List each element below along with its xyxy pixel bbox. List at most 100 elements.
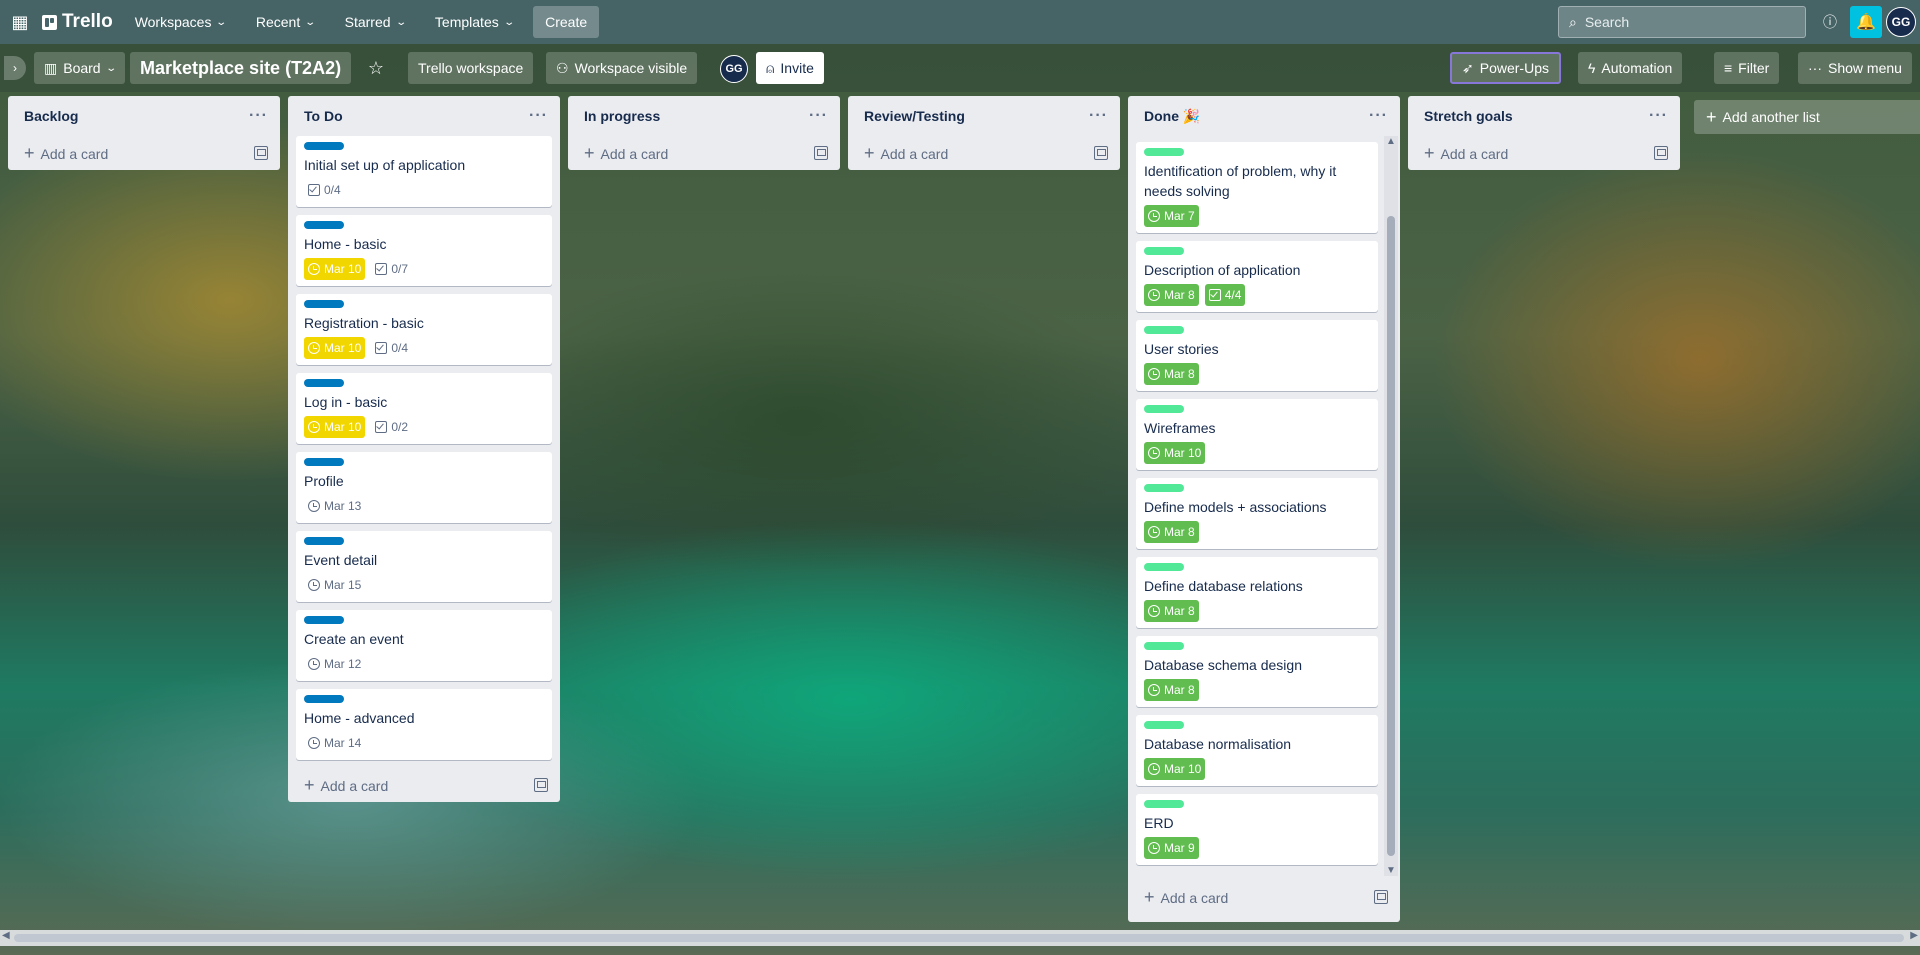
card-template-icon[interactable] [1654, 146, 1668, 160]
due-date-badge[interactable]: Mar 14 [304, 732, 365, 754]
due-date-badge[interactable]: Mar 12 [304, 653, 365, 675]
search-box[interactable]: ⌕ [1558, 6, 1806, 38]
info-icon[interactable]: ⓘ [1818, 10, 1842, 34]
card-label[interactable] [1144, 247, 1184, 255]
due-date-badge[interactable]: Mar 8 [1144, 600, 1199, 622]
list-title[interactable]: Done 🎉 [1144, 108, 1200, 125]
card-label[interactable] [1144, 642, 1184, 650]
list-menu-icon[interactable]: ··· [1365, 107, 1392, 125]
invite-button[interactable]: ⍝ Invite [756, 52, 824, 84]
add-card-button[interactable]: + Add a card [568, 136, 840, 170]
list-title[interactable]: In progress [584, 108, 660, 124]
card-label[interactable] [304, 537, 344, 545]
card[interactable]: Registration - basic Mar 10 0/4 [296, 294, 552, 365]
card-label[interactable] [304, 379, 344, 387]
board-view-switcher[interactable]: ▥ Board ⌄ [34, 52, 125, 84]
board-horizontal-scrollbar[interactable]: ◀ ▶ [0, 930, 1920, 946]
card[interactable]: Create an event Mar 12 [296, 610, 552, 681]
due-date-badge[interactable]: Mar 8 [1144, 363, 1199, 385]
sidebar-expand-icon[interactable]: › [4, 56, 26, 80]
card[interactable]: Define database relations Mar 8 [1136, 557, 1378, 628]
list-scrollbar[interactable]: ▲ ▼ [1384, 136, 1398, 876]
list-menu-icon[interactable]: ··· [805, 107, 832, 125]
nav-starred[interactable]: Starred ⌄ [337, 6, 413, 38]
card-template-icon[interactable] [1374, 890, 1388, 904]
account-avatar[interactable]: GG [1886, 7, 1916, 37]
filter-button[interactable]: ≡ Filter [1714, 52, 1780, 84]
card-label[interactable] [1144, 800, 1184, 808]
add-list-button[interactable]: + Add another list [1694, 100, 1920, 134]
due-date-badge[interactable]: Mar 13 [304, 495, 365, 517]
scrollbar-thumb[interactable] [1387, 216, 1395, 856]
search-input[interactable] [1584, 14, 1785, 30]
card[interactable]: Wireframes Mar 10 [1136, 399, 1378, 470]
list-menu-icon[interactable]: ··· [245, 107, 272, 125]
card-template-icon[interactable] [814, 146, 828, 160]
list-menu-icon[interactable]: ··· [525, 107, 552, 125]
card-label[interactable] [1144, 484, 1184, 492]
list-menu-icon[interactable]: ··· [1085, 107, 1112, 125]
card-label[interactable] [304, 616, 344, 624]
scroll-down-icon[interactable]: ▼ [1384, 865, 1398, 876]
add-card-button[interactable]: + Add a card [848, 136, 1120, 170]
due-date-badge[interactable]: Mar 10 [304, 337, 366, 359]
list-title[interactable]: Stretch goals [1424, 108, 1513, 124]
scroll-right-icon[interactable]: ▶ [1910, 930, 1918, 941]
card-label[interactable] [304, 221, 344, 229]
card[interactable]: Home - basic Mar 10 0/7 [296, 215, 552, 286]
due-date-badge[interactable]: Mar 7 [1144, 205, 1199, 227]
list-title[interactable]: To Do [304, 108, 343, 124]
app-switcher-icon[interactable]: ▦ [8, 10, 32, 34]
due-date-badge[interactable]: Mar 10 [1144, 758, 1206, 780]
due-date-badge[interactable]: Mar 10 [304, 258, 366, 280]
card-template-icon[interactable] [1094, 146, 1108, 160]
card[interactable]: ERD Mar 9 [1136, 794, 1378, 865]
due-date-badge[interactable]: Mar 8 [1144, 679, 1199, 701]
card[interactable]: Description of application Mar 8 4/4 [1136, 241, 1378, 312]
card[interactable]: Log in - basic Mar 10 0/2 [296, 373, 552, 444]
card-label[interactable] [304, 695, 344, 703]
card-template-icon[interactable] [254, 146, 268, 160]
card[interactable]: Database schema design Mar 8 [1136, 636, 1378, 707]
card[interactable]: Home - advanced Mar 14 [296, 689, 552, 760]
nav-workspaces[interactable]: Workspaces ⌄ [127, 6, 234, 38]
list-title[interactable]: Backlog [24, 108, 78, 124]
add-card-button[interactable]: + Add a card [1408, 136, 1680, 170]
add-card-button[interactable]: + Add a card [8, 136, 280, 170]
card[interactable]: User stories Mar 8 [1136, 320, 1378, 391]
list-menu-icon[interactable]: ··· [1645, 107, 1672, 125]
card[interactable]: Define models + associations Mar 8 [1136, 478, 1378, 549]
add-card-button[interactable]: + Add a card [288, 768, 560, 802]
due-date-badge[interactable]: Mar 9 [1144, 837, 1199, 859]
card-label[interactable] [1144, 148, 1184, 156]
automation-button[interactable]: ϟ Automation [1578, 52, 1683, 84]
scroll-up-icon[interactable]: ▲ [1384, 136, 1398, 147]
list-title[interactable]: Review/Testing [864, 108, 965, 124]
show-menu-button[interactable]: ··· Show menu [1798, 52, 1912, 84]
trello-logo[interactable]: Trello [42, 11, 113, 33]
nav-recent[interactable]: Recent ⌄ [248, 6, 323, 38]
card[interactable]: Database normalisation Mar 10 [1136, 715, 1378, 786]
star-board-icon[interactable]: ☆ [360, 52, 392, 84]
create-button[interactable]: Create [533, 6, 600, 38]
due-date-badge[interactable]: Mar 8 [1144, 284, 1199, 306]
scrollbar-thumb[interactable] [14, 934, 1904, 942]
add-card-button[interactable]: + Add a card [1128, 880, 1400, 914]
card[interactable]: Identification of problem, why it needs … [1136, 142, 1378, 233]
card-label[interactable] [304, 142, 344, 150]
scroll-left-icon[interactable]: ◀ [2, 930, 10, 941]
card-label[interactable] [304, 300, 344, 308]
due-date-badge[interactable]: Mar 8 [1144, 521, 1199, 543]
due-date-badge[interactable]: Mar 10 [304, 416, 366, 438]
card[interactable]: Profile Mar 13 [296, 452, 552, 523]
due-date-badge[interactable]: Mar 15 [304, 574, 365, 596]
power-ups-button[interactable]: ➶ Power-Ups [1450, 52, 1561, 84]
card-label[interactable] [1144, 721, 1184, 729]
card[interactable]: Initial set up of application 0/4 [296, 136, 552, 207]
card-label[interactable] [1144, 326, 1184, 334]
workspace-button[interactable]: Trello workspace [408, 52, 534, 84]
notifications-bell-icon[interactable]: 🔔 [1850, 6, 1882, 38]
card[interactable]: Event detail Mar 15 [296, 531, 552, 602]
board-title[interactable]: Marketplace site (T2A2) [130, 52, 352, 84]
nav-templates[interactable]: Templates ⌄ [427, 6, 521, 38]
